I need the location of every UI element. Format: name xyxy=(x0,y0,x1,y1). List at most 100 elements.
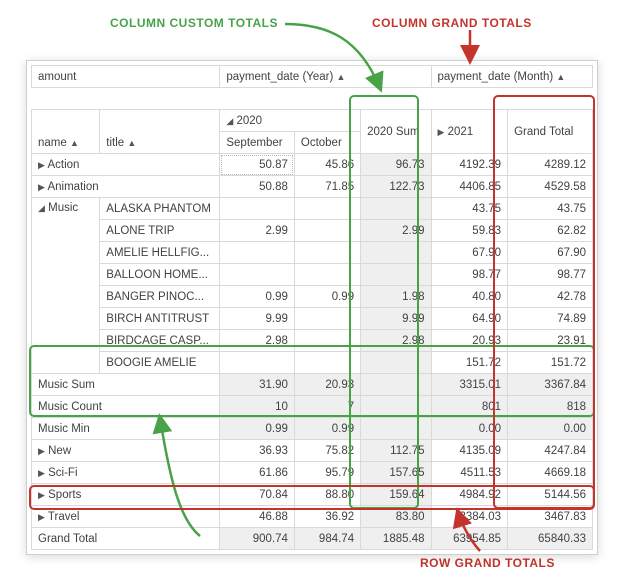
row-header-title[interactable]: BIRDCAGE CASP... xyxy=(100,330,220,352)
row-header-music[interactable]: ◢ Music xyxy=(32,198,100,374)
table-row: ▶ Action 50.87 45.86 96.73 4192.39 4289.… xyxy=(32,154,593,176)
cell xyxy=(294,220,360,242)
cell: 61.86 xyxy=(220,462,295,484)
expand-icon: ▶ xyxy=(38,468,45,478)
field-row-name[interactable]: name ▲ xyxy=(32,110,100,154)
cell: 96.73 xyxy=(361,154,431,176)
row-label: Grand Total xyxy=(38,533,97,545)
row-header-grand-total: Grand Total xyxy=(32,528,220,550)
cell: 63954.85 xyxy=(431,528,508,550)
table-row-music-sum: Music Sum 31.90 20.93 3315.01 3367.84 xyxy=(32,374,593,396)
cell: 88.80 xyxy=(294,484,360,506)
collapse-icon: ◢ xyxy=(226,116,233,126)
cell: 4406.85 xyxy=(431,176,508,198)
cell: 2.99 xyxy=(220,220,295,242)
cell: 67.90 xyxy=(508,242,593,264)
cell xyxy=(220,198,295,220)
cell: 43.75 xyxy=(508,198,593,220)
cell: 23.91 xyxy=(508,330,593,352)
cell xyxy=(294,330,360,352)
expand-icon: ▶ xyxy=(38,182,45,192)
table-row: BIRDCAGE CASP... 2.98 2.98 20.93 23.91 xyxy=(32,330,593,352)
row-label: BIRDCAGE CASP... xyxy=(106,335,209,347)
cell: 159.64 xyxy=(361,484,431,506)
row-header-music-min: Music Min xyxy=(32,418,220,440)
row-label: Sci-Fi xyxy=(48,467,77,479)
col-header-october[interactable]: October xyxy=(294,132,360,154)
cell: 0.99 xyxy=(220,286,295,308)
cell: 2.99 xyxy=(361,220,431,242)
field-label: payment_date (Month) xyxy=(438,71,554,83)
col-header-text: September xyxy=(226,137,282,149)
cell: 36.93 xyxy=(220,440,295,462)
row-header-music-count: Music Count xyxy=(32,396,220,418)
field-col-month[interactable]: payment_date (Month) ▲ xyxy=(431,66,593,88)
row-header-title[interactable]: ALONE TRIP xyxy=(100,220,220,242)
row-label: Travel xyxy=(48,511,80,523)
col-header-september[interactable]: September xyxy=(220,132,295,154)
cell xyxy=(361,352,431,374)
table-row: ▶ New 36.93 75.82 112.75 4135.09 4247.84 xyxy=(32,440,593,462)
row-label: AMELIE HELLFIG... xyxy=(106,247,209,259)
table-row: BIRCH ANTITRUST 9.99 9.99 64.90 74.89 xyxy=(32,308,593,330)
field-data-area[interactable]: amount xyxy=(32,66,220,88)
row-header-travel[interactable]: ▶ Travel xyxy=(32,506,220,528)
row-header-title[interactable]: BANGER PINOC... xyxy=(100,286,220,308)
cell xyxy=(361,264,431,286)
col-header-2020-sum[interactable]: 2020 Sum xyxy=(361,110,431,154)
row-header-animation[interactable]: ▶ Animation xyxy=(32,176,220,198)
row-header-title[interactable]: BOOGIE AMELIE xyxy=(100,352,220,374)
cell xyxy=(361,242,431,264)
cell: 95.79 xyxy=(294,462,360,484)
cell: 9.99 xyxy=(220,308,295,330)
sort-asc-icon: ▲ xyxy=(127,138,136,148)
row-label: Music Min xyxy=(38,423,90,435)
collapse-icon: ◢ xyxy=(38,203,45,213)
field-label: amount xyxy=(38,71,76,83)
field-col-year[interactable]: payment_date (Year) ▲ xyxy=(220,66,431,88)
row-header-title[interactable]: AMELIE HELLFIG... xyxy=(100,242,220,264)
cell: 98.77 xyxy=(508,264,593,286)
row-header-action[interactable]: ▶ Action xyxy=(32,154,220,176)
cell: 4289.12 xyxy=(508,154,593,176)
table-row-music-min: Music Min 0.99 0.99 0.00 0.00 xyxy=(32,418,593,440)
row-label: Music Count xyxy=(38,401,102,413)
cell: 67.90 xyxy=(431,242,508,264)
cell xyxy=(361,418,431,440)
cell xyxy=(220,352,295,374)
col-header-2020[interactable]: ◢ 2020 xyxy=(220,110,361,132)
cell: 4192.39 xyxy=(431,154,508,176)
table-row: BANGER PINOC... 0.99 0.99 1.98 40.80 42.… xyxy=(32,286,593,308)
cell: 50.87 xyxy=(220,154,295,176)
row-header-new[interactable]: ▶ New xyxy=(32,440,220,462)
field-row-title[interactable]: title ▲ xyxy=(100,110,220,154)
col-header-2021[interactable]: ▶ 2021 xyxy=(431,110,508,154)
cell: 0.00 xyxy=(431,418,508,440)
cell: 151.72 xyxy=(431,352,508,374)
row-header-title[interactable]: BIRCH ANTITRUST xyxy=(100,308,220,330)
field-label: name xyxy=(38,137,67,149)
cell xyxy=(294,198,360,220)
cell: 20.93 xyxy=(431,330,508,352)
cell: 71.85 xyxy=(294,176,360,198)
row-header-scifi[interactable]: ▶ Sci-Fi xyxy=(32,462,220,484)
cell xyxy=(361,396,431,418)
table-row: ALONE TRIP 2.99 2.99 59.83 62.82 xyxy=(32,220,593,242)
cell xyxy=(220,242,295,264)
col-header-text: 2021 xyxy=(448,126,474,138)
cell xyxy=(361,198,431,220)
cell: 122.73 xyxy=(361,176,431,198)
row-label: Action xyxy=(47,159,79,171)
col-header-text: 2020 Sum xyxy=(367,126,419,138)
cell xyxy=(294,264,360,286)
cell: 0.99 xyxy=(294,286,360,308)
row-header-title[interactable]: BALLOON HOME... xyxy=(100,264,220,286)
label-row-grand-totals: ROW GRAND TOTALS xyxy=(420,556,555,570)
cell: 4984.92 xyxy=(431,484,508,506)
table-row: ▶ Sports 70.84 88.80 159.64 4984.92 5144… xyxy=(32,484,593,506)
cell: 112.75 xyxy=(361,440,431,462)
row-header-title[interactable]: ALASKA PHANTOM xyxy=(100,198,220,220)
col-header-grand-total[interactable]: Grand Total xyxy=(508,110,593,154)
row-header-sports[interactable]: ▶ Sports xyxy=(32,484,220,506)
row-label: ALASKA PHANTOM xyxy=(106,203,211,215)
